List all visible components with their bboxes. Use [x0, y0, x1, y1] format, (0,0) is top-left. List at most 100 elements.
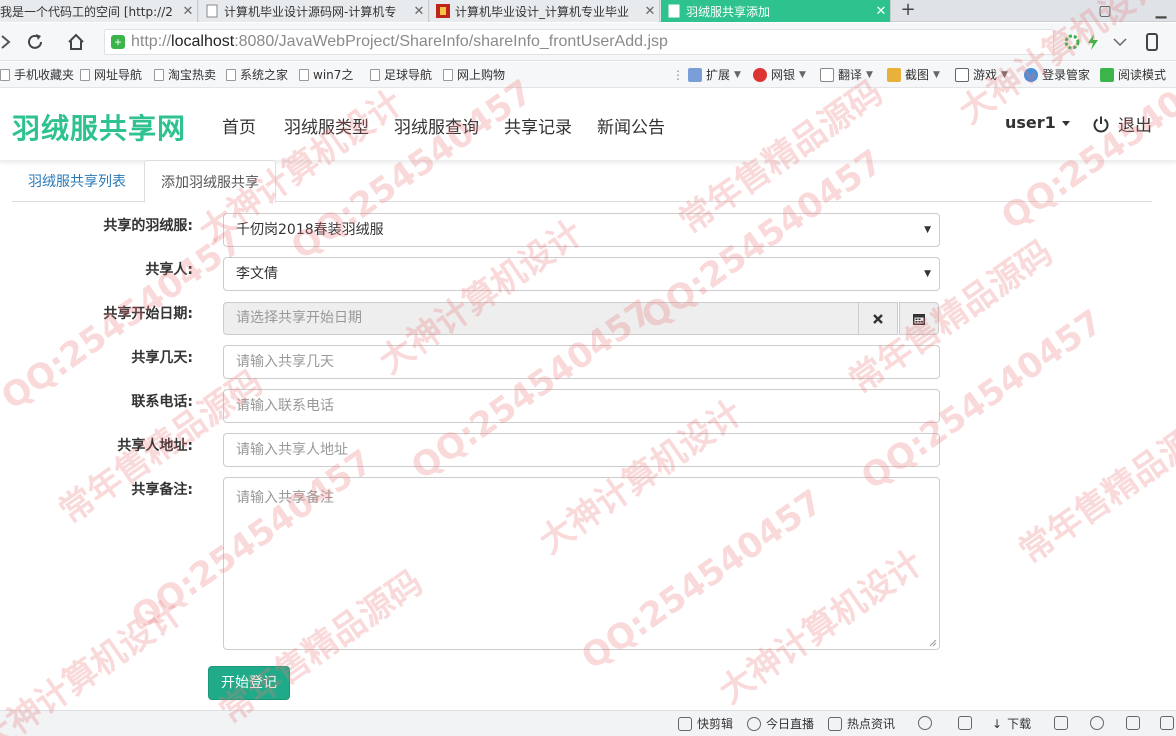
download-arrow-icon: ↓: [992, 717, 1003, 731]
close-icon[interactable]: ✕: [641, 4, 659, 19]
clothes-label: 共享的羽绒服:: [103, 218, 193, 234]
live-button[interactable]: 今日直播: [747, 716, 814, 732]
lightning-icon[interactable]: [1083, 32, 1103, 52]
phone-label: 联系电话:: [131, 394, 193, 410]
download-button[interactable]: ↓ 下载: [992, 716, 1031, 732]
gamepad-icon: [955, 68, 969, 82]
resize-grip-icon[interactable]: [929, 639, 937, 647]
quick-clip-button[interactable]: 快剪辑: [678, 716, 733, 732]
window-icon-shape: [1126, 716, 1140, 730]
scissors-icon: [887, 68, 901, 82]
nav-clothes-type[interactable]: 羽绒服类型: [284, 113, 369, 138]
url-host: localhost: [171, 33, 235, 50]
chevron-down-icon: ▼: [1001, 70, 1008, 80]
nav-news[interactable]: 新闻公告: [597, 113, 665, 138]
puzzle-icon: [688, 68, 702, 82]
tab-add-share[interactable]: 添加羽绒服共享: [144, 160, 276, 203]
person-select[interactable]: 李文倩 ▼: [223, 257, 940, 291]
screenshot-menu[interactable]: 截图 ▼: [887, 67, 940, 83]
nav-share-records[interactable]: 共享记录: [504, 113, 572, 138]
url-path: :8080/JavaWebProject/ShareInfo/shareInfo…: [234, 33, 668, 50]
page-icon: [0, 69, 10, 81]
address-input[interactable]: 请输入共享人地址: [223, 433, 940, 467]
submit-button[interactable]: 开始登记: [208, 666, 290, 700]
user-menu[interactable]: user1: [1005, 113, 1070, 132]
memo-textarea[interactable]: 请输入共享备注: [223, 477, 940, 650]
speed-dial-icon[interactable]: [1062, 32, 1082, 52]
start-date-input[interactable]: 请选择共享开始日期: [223, 302, 859, 335]
calendar-button[interactable]: [899, 302, 939, 335]
bookmark-item[interactable]: 足球导航: [370, 67, 432, 83]
browser-tab-1[interactable]: 我是一个代码工的空间 [http://2 ✕: [0, 0, 198, 22]
memo-label: 共享备注:: [131, 482, 193, 498]
bank-menu[interactable]: 网银 ▼: [753, 67, 806, 83]
nav-clothes-search[interactable]: 羽绒服查询: [394, 113, 479, 138]
translate-menu[interactable]: 翻译 ▼: [820, 67, 873, 83]
bookmark-item[interactable]: 系统之家: [226, 67, 288, 83]
browser-tab-3[interactable]: 计算机毕业设计_计算机专业毕业 ✕: [430, 0, 660, 22]
flag-icon[interactable]: [1054, 716, 1073, 730]
window-icon[interactable]: [1126, 716, 1145, 730]
start-date-label: 共享开始日期:: [103, 306, 193, 322]
page-icon: [299, 69, 309, 81]
news-icon: [828, 717, 842, 731]
start-date-picker: 请选择共享开始日期: [223, 302, 939, 335]
play-circle-icon: [747, 717, 761, 731]
browser-tab-2[interactable]: 计算机毕业设计源码网-计算机专 ✕: [199, 0, 429, 22]
logout-button[interactable]: 退出: [1092, 111, 1152, 136]
site-brand[interactable]: 羽绒服共享网: [12, 107, 186, 147]
mobile-icon[interactable]: [1142, 32, 1162, 52]
ie-icon[interactable]: [1090, 716, 1109, 730]
bookmark-item[interactable]: 淘宝热卖: [154, 67, 216, 83]
book-icon: [1100, 68, 1114, 82]
clothes-select[interactable]: 千仞岗2018春装羽绒服 ▼: [223, 213, 940, 247]
reload-icon[interactable]: [25, 32, 45, 52]
bookmark-item[interactable]: 网上购物: [443, 67, 505, 83]
content-tabs: 羽绒服共享列表 添加羽绒服共享: [12, 160, 1152, 203]
reading-mode[interactable]: 阅读模式: [1100, 67, 1166, 83]
page-icon: [370, 69, 380, 81]
speed-icon[interactable]: [918, 716, 937, 730]
logout-label: 退出: [1118, 116, 1152, 136]
days-input[interactable]: 请输入共享几天: [223, 345, 940, 379]
chevron-down-icon[interactable]: [1110, 32, 1130, 52]
tab-share-list[interactable]: 羽绒服共享列表: [12, 160, 142, 202]
key-icon: [1024, 68, 1038, 82]
chevron-down-icon: ▼: [933, 70, 940, 80]
new-tab-button[interactable]: +: [896, 0, 920, 22]
site-header: 羽绒服共享网 首页 羽绒服类型 羽绒服查询 共享记录 新闻公告 user1 退出: [0, 89, 1176, 161]
bookmark-item[interactable]: win7之: [299, 67, 353, 83]
bookmark-item[interactable]: 网址导航: [80, 67, 142, 83]
nav-home[interactable]: 首页: [222, 113, 256, 138]
pin-icon[interactable]: [958, 716, 977, 730]
bookmark-item[interactable]: 手机收藏夹: [0, 67, 74, 83]
login-manager[interactable]: 登录管家: [1024, 67, 1090, 83]
home-icon[interactable]: [66, 32, 86, 52]
play-icon: [678, 717, 692, 731]
pin-icon-shape: [958, 716, 972, 730]
news-button[interactable]: 热点资讯: [828, 716, 895, 732]
url-prefix: http://: [131, 33, 172, 50]
person-label: 共享人:: [145, 262, 193, 278]
browser-tab-active[interactable]: 羽绒服共享添加 ✕: [661, 0, 891, 22]
games-menu[interactable]: 游戏 ▼: [955, 67, 1008, 83]
translate-icon: [820, 68, 834, 82]
browser-tab-title: 计算机毕业设计_计算机专业毕业: [455, 4, 630, 19]
close-icon[interactable]: ✕: [179, 4, 197, 19]
browser-toolbar: + http://localhost:8080/JavaWebProject/S…: [0, 23, 1176, 61]
browser-status-bar: 快剪辑 今日直播 热点资讯 ↓ 下载: [0, 710, 1176, 736]
clear-date-button[interactable]: [858, 302, 898, 335]
page-icon: [154, 69, 164, 81]
phone-input[interactable]: 请输入联系电话: [223, 389, 940, 423]
window-minimize-icon[interactable]: ▁: [1146, 0, 1176, 22]
volume-icon-shape: [1160, 716, 1174, 730]
address-label: 共享人地址:: [117, 438, 193, 454]
volume-icon[interactable]: [1160, 716, 1176, 730]
window-restore-icon[interactable]: ▢: [1090, 0, 1120, 22]
flag-icon-shape: [1054, 716, 1068, 730]
close-icon[interactable]: ✕: [872, 4, 890, 19]
close-icon[interactable]: ✕: [410, 4, 428, 19]
extensions-menu[interactable]: 扩展 ▼: [688, 67, 741, 83]
forward-icon[interactable]: [0, 32, 20, 52]
address-bar[interactable]: + http://localhost:8080/JavaWebProject/S…: [104, 29, 1054, 55]
